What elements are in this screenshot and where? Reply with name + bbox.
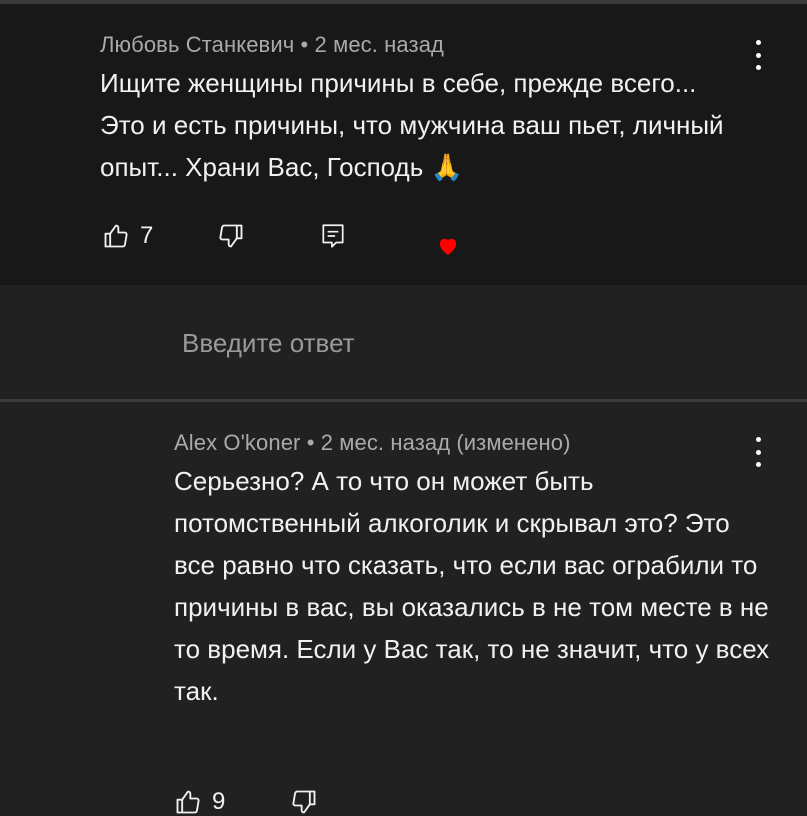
like-count: 9: [212, 788, 226, 815]
meta-separator: •: [300, 32, 309, 57]
comment-time: 2 мес. назад (изменено): [320, 430, 571, 455]
like-button[interactable]: 9: [174, 788, 225, 816]
dislike-button[interactable]: [290, 788, 318, 816]
comment-author[interactable]: Любовь Станкевич: [100, 32, 294, 57]
like-count: 7: [140, 222, 154, 249]
dislike-button[interactable]: [217, 222, 245, 250]
reply-icon: [320, 222, 346, 250]
reply-input-area[interactable]: [0, 285, 807, 399]
creator-heart-icon: [437, 236, 459, 261]
comment-author[interactable]: Alex O'koner: [174, 430, 300, 455]
reply-input[interactable]: Введите ответ: [182, 328, 355, 359]
thumbs-down-icon: [217, 222, 245, 250]
thumbs-down-icon: [290, 788, 318, 816]
divider: [0, 399, 807, 402]
more-vert-icon[interactable]: [753, 40, 763, 70]
comment-time: 2 мес. назад: [314, 32, 444, 57]
comment-text: Ищите женщины причины в себе, прежде все…: [100, 68, 724, 182]
meta-separator: •: [306, 430, 315, 455]
reply-button[interactable]: [320, 222, 346, 250]
like-button[interactable]: 7: [102, 222, 153, 250]
thumbs-up-icon: [174, 788, 202, 816]
comment-meta: Alex O'koner • 2 мес. назад (изменено): [174, 430, 571, 456]
comment-meta: Любовь Станкевич • 2 мес. назад: [100, 32, 444, 58]
thumbs-up-icon: [102, 222, 130, 250]
comment-text: Серьезно? А то что он может быть потомст…: [174, 466, 770, 706]
